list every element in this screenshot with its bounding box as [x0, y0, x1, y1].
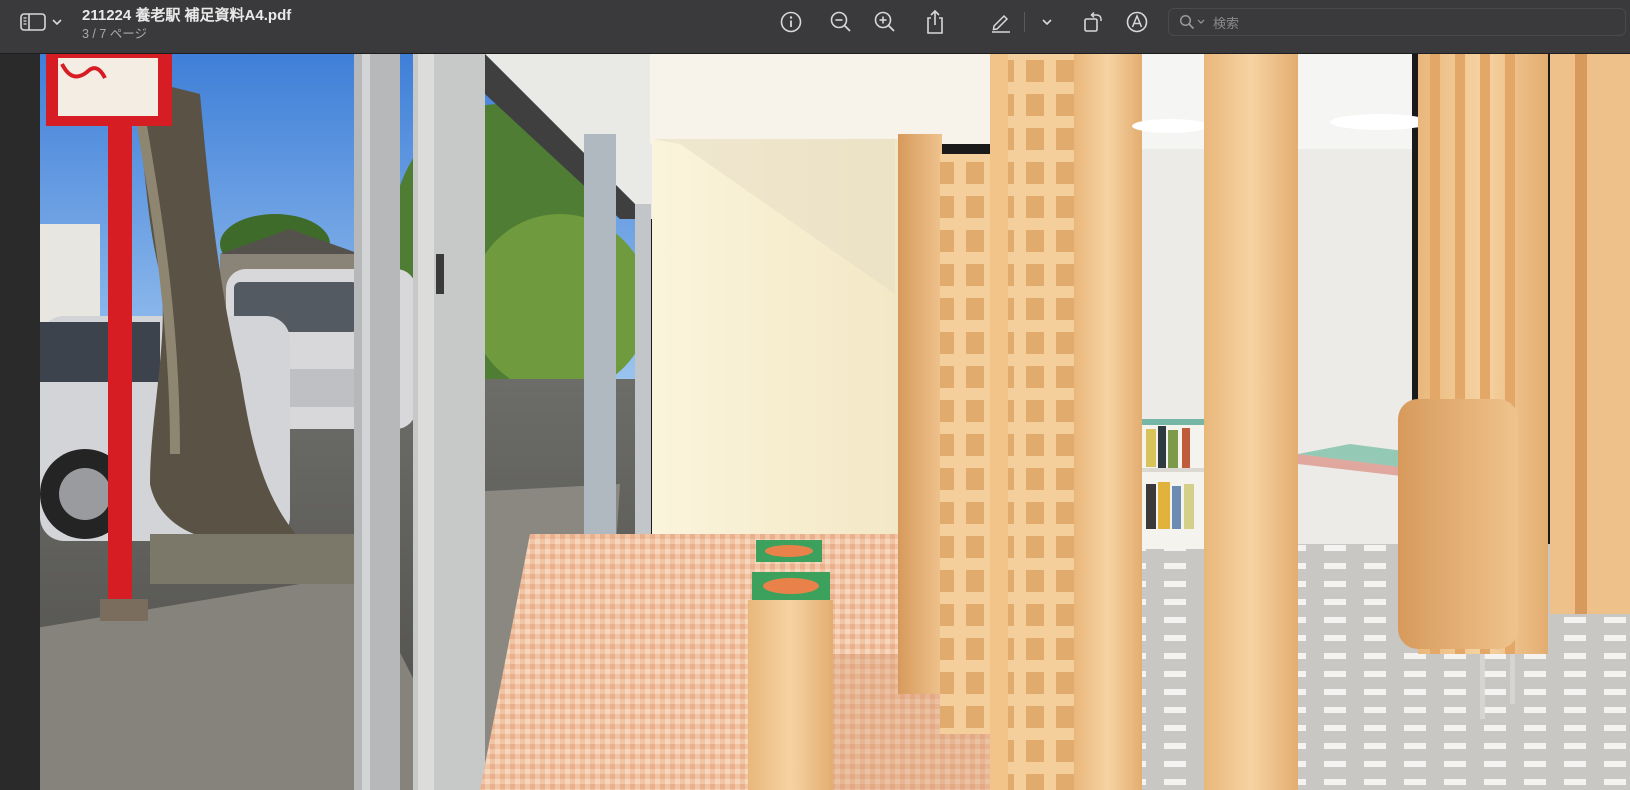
zoom-out-button[interactable]: [828, 9, 854, 35]
zoom-out-icon: [829, 10, 853, 34]
markup-pen-icon: [989, 10, 1013, 34]
markup-options-button[interactable]: [1034, 9, 1060, 35]
toolbar: 211224 養老駅 補足資料A4.pdf 3 / 7 ページ: [0, 0, 1630, 54]
rendering-image: [0, 54, 1630, 790]
annotate-button[interactable]: [1124, 9, 1150, 35]
search-box[interactable]: [1168, 8, 1626, 36]
search-input[interactable]: [1211, 12, 1615, 34]
document-page: [0, 54, 1630, 790]
document-title: 211224 養老駅 補足資料A4.pdf: [82, 7, 292, 24]
annotate-icon: [1125, 10, 1149, 34]
page-indicator: 3 / 7 ページ: [82, 27, 148, 41]
sidebar-icon: [20, 12, 46, 32]
search-icon: [1179, 14, 1205, 30]
chevron-down-icon: [1041, 18, 1053, 26]
share-icon: [923, 9, 947, 35]
toolbar-divider: [1024, 12, 1025, 32]
sidebar-toggle-button[interactable]: [20, 10, 68, 34]
info-icon: [779, 10, 803, 34]
rotate-icon: [1081, 10, 1105, 34]
markup-button[interactable]: [988, 9, 1014, 35]
rotate-button[interactable]: [1080, 9, 1106, 35]
zoom-in-icon: [873, 10, 897, 34]
zoom-in-button[interactable]: [872, 9, 898, 35]
share-button[interactable]: [922, 9, 948, 35]
info-button[interactable]: [778, 9, 804, 35]
chevron-down-icon: [52, 18, 62, 26]
